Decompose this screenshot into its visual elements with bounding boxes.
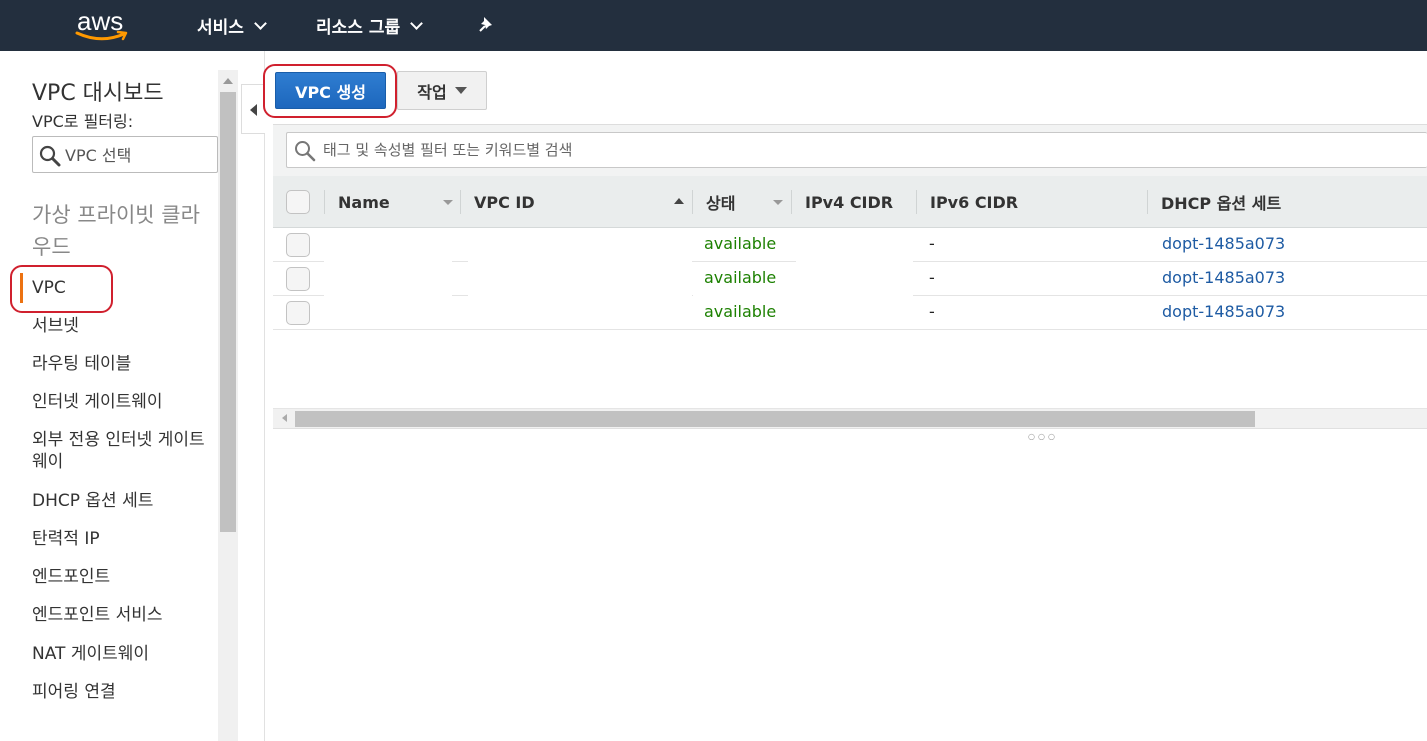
sidebar: VPC 대시보드 VPC로 필터링: 가상 프라이빗 클라우드 VPC 서브넷 … (0, 51, 218, 741)
column-header-name[interactable]: Name (338, 176, 390, 228)
vpc-filter-select[interactable] (32, 136, 218, 173)
select-all-checkbox[interactable] (286, 190, 310, 214)
sidebar-item-endpoint-services[interactable]: 엔드포인트 서비스 (32, 604, 210, 626)
sidebar-item-elastic-ips[interactable]: 탄력적 IP (32, 528, 210, 550)
scroll-left-arrow-icon[interactable] (282, 414, 287, 422)
resource-groups-menu[interactable]: 리소스 그룹 (316, 12, 423, 38)
column-separator (1147, 190, 1148, 214)
sort-ascending-icon[interactable] (674, 198, 684, 204)
sidebar-item-dhcp-options[interactable]: DHCP 옵션 세트 (32, 490, 210, 512)
column-header-ipv4-cidr[interactable]: IPv4 CIDR (805, 176, 893, 228)
table-row[interactable]: available - dopt-1485a073 (273, 262, 1427, 296)
vpc-filter-label: VPC로 필터링: (32, 112, 134, 131)
filter-bar (273, 124, 1427, 176)
cell-state: available (704, 268, 777, 287)
column-separator (791, 190, 792, 214)
pushpin-icon[interactable] (478, 15, 496, 33)
actions-button[interactable]: 작업 (397, 71, 487, 110)
aws-smile-icon (75, 30, 128, 41)
chevron-down-icon (254, 16, 267, 30)
table-header: Name VPC ID 상태 IPv4 CIDR IPv6 CIDR DHCP … (273, 176, 1427, 228)
sidebar-item-endpoints[interactable]: 엔드포인트 (32, 566, 210, 588)
search-icon (39, 145, 61, 167)
sidebar-item-egress-only-gateways[interactable]: 외부 전용 인터넷 게이트웨이 (32, 429, 210, 473)
table-row[interactable]: available - dopt-1485a073 (273, 296, 1427, 330)
actions-label: 작업 (417, 82, 447, 102)
column-separator (916, 190, 917, 214)
column-header-vpc-id[interactable]: VPC ID (474, 176, 535, 228)
cell-ipv6-cidr: - (929, 302, 935, 321)
services-menu[interactable]: 서비스 (197, 12, 267, 38)
search-box[interactable] (286, 132, 1427, 168)
sidebar-item-vpc[interactable]: VPC (32, 277, 210, 299)
column-separator (692, 190, 693, 214)
resize-grip-icon[interactable]: ○○○ (1028, 433, 1058, 441)
row-divider (273, 329, 1427, 330)
cell-dhcp-options-link[interactable]: dopt-1485a073 (1162, 234, 1285, 254)
sort-arrow-icon[interactable] (773, 200, 783, 205)
search-icon (295, 141, 316, 162)
sidebar-section-title: 가상 프라이빗 클라우드 (32, 203, 200, 259)
row-checkbox[interactable] (286, 301, 310, 325)
search-input[interactable] (323, 139, 1323, 161)
sort-arrow-icon[interactable] (443, 200, 453, 205)
aws-logo[interactable]: aws (74, 6, 132, 44)
top-navigation-bar: aws 서비스 리소스 그룹 (0, 0, 1427, 51)
services-label: 서비스 (197, 17, 244, 38)
sidebar-item-route-tables[interactable]: 라우팅 테이블 (32, 353, 210, 375)
sidebar-scrollbar[interactable] (218, 70, 238, 741)
cell-state: available (704, 234, 777, 253)
row-checkbox[interactable] (286, 233, 310, 257)
vpc-filter-input[interactable] (65, 143, 213, 167)
column-header-ipv6-cidr[interactable]: IPv6 CIDR (930, 176, 1018, 228)
column-separator (460, 190, 461, 214)
column-separator (324, 190, 325, 214)
chevron-down-icon (410, 16, 423, 30)
cell-dhcp-options-link[interactable]: dopt-1485a073 (1162, 268, 1285, 288)
sidebar-scrollbar-thumb[interactable] (220, 92, 236, 532)
scroll-up-arrow-icon[interactable] (223, 78, 233, 84)
cell-state: available (704, 302, 777, 321)
sidebar-item-subnets[interactable]: 서브넷 (32, 315, 210, 337)
cell-dhcp-options-link[interactable]: dopt-1485a073 (1162, 302, 1285, 322)
sidebar-item-peering-connections[interactable]: 피어링 연결 (32, 681, 210, 703)
sidebar-title: VPC 대시보드 (32, 81, 164, 106)
table-row[interactable]: available - dopt-1485a073 (273, 228, 1427, 262)
table-horizontal-scrollbar[interactable] (273, 408, 1427, 428)
panel-divider (264, 51, 265, 741)
panel-divider-line (273, 428, 1427, 429)
resource-groups-label: 리소스 그룹 (316, 17, 401, 38)
cell-ipv6-cidr: - (929, 234, 935, 253)
row-checkbox[interactable] (286, 267, 310, 291)
column-header-dhcp-options[interactable]: DHCP 옵션 세트 (1161, 176, 1281, 228)
caret-down-icon (454, 87, 467, 94)
sidebar-item-nat-gateways[interactable]: NAT 게이트웨이 (32, 643, 210, 665)
active-indicator (20, 273, 23, 303)
horizontal-scrollbar-thumb[interactable] (295, 411, 1255, 427)
column-header-state[interactable]: 상태 (706, 176, 735, 228)
create-vpc-button[interactable]: VPC 생성 (275, 72, 386, 109)
collapse-sidebar-handle[interactable] (241, 84, 265, 134)
cell-ipv6-cidr: - (929, 268, 935, 287)
sidebar-item-internet-gateways[interactable]: 인터넷 게이트웨이 (32, 391, 210, 413)
